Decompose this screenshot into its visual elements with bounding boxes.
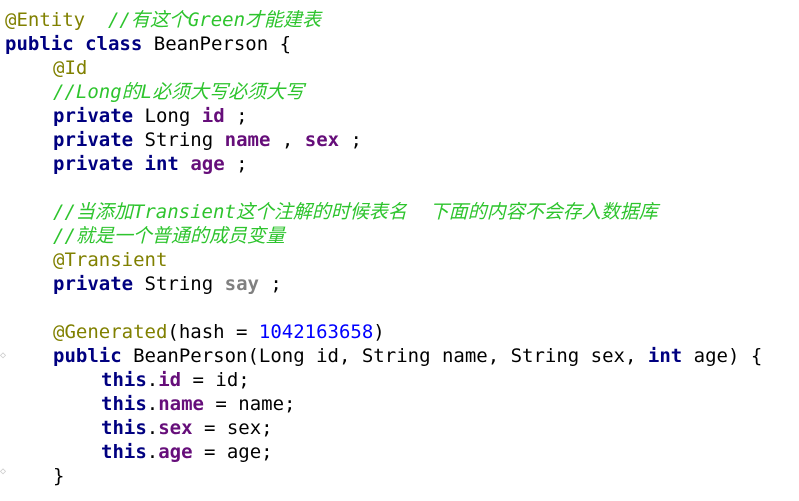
type-long: Long [144, 105, 191, 127]
semicolon: ; [236, 153, 248, 175]
this-keyword: this [101, 441, 147, 463]
field-sex: sex [304, 129, 340, 151]
generated-annotation: @Generated [53, 321, 168, 343]
code-line-id-annotation: @Id [53, 56, 87, 80]
semicolon: ; [270, 273, 282, 295]
code-line-class-declaration: public class BeanPerson { [5, 32, 291, 56]
type-string: String [144, 129, 214, 151]
assignment: = age; [192, 441, 273, 463]
code-line-name-sex-fields: private String name , sex ; [53, 128, 362, 152]
field-id: id [201, 105, 225, 127]
hash-close: ) [373, 321, 385, 343]
dot: . [146, 393, 159, 415]
code-line-age-field: private int age ; [53, 152, 248, 176]
fold-marker-icon[interactable]: ◇ [0, 350, 8, 362]
entity-annotation: @Entity [5, 9, 86, 31]
dot: . [146, 369, 159, 391]
assignment: = sex; [192, 417, 273, 439]
dot: . [146, 417, 159, 439]
code-line-assign-name: this.name = name; [101, 392, 296, 416]
transient-annotation: @Transient [53, 249, 168, 271]
code-line-id-field: private Long id ; [53, 104, 248, 128]
member-variable-comment: //就是一个普通的成员变量 [53, 225, 285, 247]
code-line-entity-annotation: @Entity //有这个Green才能建表 [5, 8, 321, 32]
comma: , [281, 129, 294, 151]
field-name: name [158, 393, 204, 415]
code-editor[interactable]: @Entity //有这个Green才能建表 public class Bean… [0, 0, 799, 501]
private-keyword: private [53, 273, 134, 295]
hash-number: 1042163658 [258, 321, 374, 343]
private-keyword: private [53, 129, 134, 151]
transient-comment: //当添加Transient这个注解的时候表名 下面的内容不会存入数据库 [53, 201, 658, 223]
code-line-assign-age: this.age = age; [101, 440, 273, 464]
field-say: say [224, 273, 259, 295]
private-keyword: private [53, 153, 134, 175]
assignment: = name; [203, 393, 296, 415]
public-keyword: public [5, 33, 74, 55]
code-line-assign-sex: this.sex = sex; [101, 416, 273, 440]
code-line-member-comment: //就是一个普通的成员变量 [53, 224, 285, 248]
field-id: id [158, 369, 182, 391]
int-keyword: int [144, 153, 179, 175]
code-line-long-comment: //Long的L必须大写必须大写 [53, 80, 304, 104]
code-line-assign-id: this.id = id; [101, 368, 250, 392]
code-line-generated-annotation: @Generated(hash = 1042163658) [53, 320, 385, 344]
hash-open: (hash = [167, 321, 259, 343]
constructor-signature: BeanPerson(Long id, String name, String … [133, 345, 637, 367]
semicolon: ; [236, 105, 248, 127]
closing-brace: } [53, 465, 65, 487]
green-comment: //有这个Green才能建表 [107, 9, 322, 31]
class-name: BeanPerson { [153, 33, 292, 55]
assignment: = id; [181, 369, 250, 391]
code-line-transient-annotation: @Transient [53, 248, 167, 272]
field-sex: sex [158, 417, 193, 439]
field-age: age [190, 153, 225, 175]
id-annotation: @Id [53, 57, 88, 79]
public-keyword: public [53, 345, 122, 367]
field-age: age [158, 441, 193, 463]
code-line-say-field: private String say ; [53, 272, 282, 296]
class-keyword: class [85, 33, 143, 55]
code-line-constructor: public BeanPerson(Long id, String name, … [53, 344, 762, 368]
type-string: String [144, 273, 214, 295]
this-keyword: this [101, 369, 147, 391]
private-keyword: private [53, 105, 134, 127]
fold-marker-icon[interactable]: ◇ [0, 466, 8, 478]
int-keyword: int [647, 345, 683, 367]
code-line-transient-comment: //当添加Transient这个注解的时候表名 下面的内容不会存入数据库 [53, 200, 658, 224]
code-line-closing-brace: } [53, 464, 64, 488]
semicolon: ; [350, 129, 362, 151]
this-keyword: this [101, 417, 147, 439]
constructor-signature-end: age) { [693, 345, 763, 367]
dot: . [146, 441, 159, 463]
field-name: name [224, 129, 271, 151]
long-comment: //Long的L必须大写必须大写 [53, 81, 305, 103]
this-keyword: this [101, 393, 147, 415]
